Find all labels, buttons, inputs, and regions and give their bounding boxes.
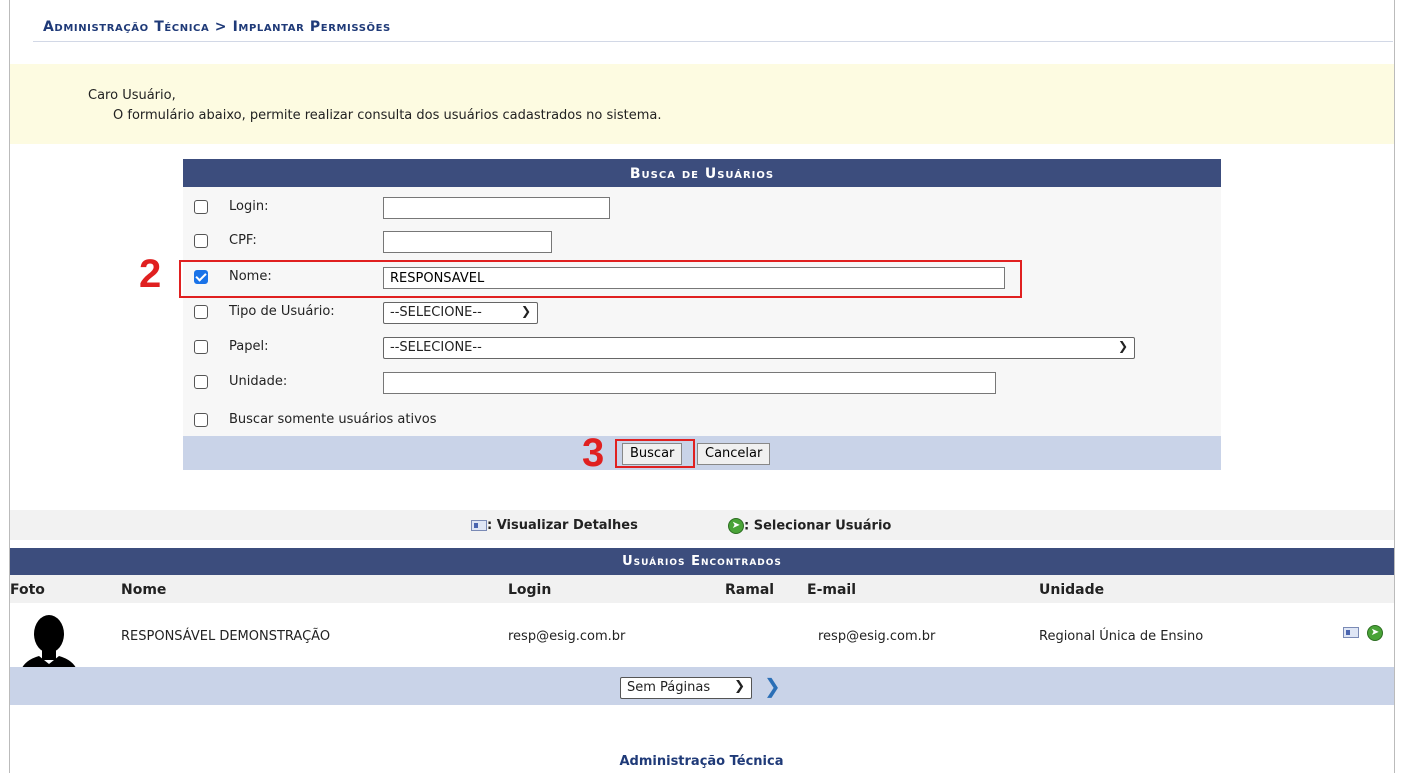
chevron-down-icon: ❯ — [734, 679, 745, 694]
tipo-usuario-value: --SELECIONE-- — [390, 305, 482, 320]
papel-value: --SELECIONE-- — [390, 340, 482, 355]
footer-admin-link[interactable]: Administração Técnica — [0, 754, 1403, 769]
papel-row: Papel: --SELECIONE-- ❯ — [183, 337, 1221, 363]
legend-details: : Visualizar Detalhes — [471, 518, 638, 533]
annotation-step-2: 2 — [139, 252, 162, 296]
tipo-usuario-label: Tipo de Usuário: — [229, 304, 335, 319]
chevron-down-icon: ❯ — [1117, 339, 1128, 353]
cpf-checkbox[interactable] — [194, 234, 208, 248]
arrow-right-circle-icon: ➤ — [728, 518, 744, 534]
page-select-value: Sem Páginas — [627, 680, 711, 695]
ativos-checkbox[interactable] — [194, 413, 208, 427]
login-checkbox[interactable] — [194, 200, 208, 214]
annotation-box-buscar — [615, 439, 695, 468]
legend-select-label: : Selecionar Usuário — [744, 518, 892, 534]
breadcrumb-divider — [33, 41, 1393, 42]
cpf-input[interactable] — [383, 231, 552, 253]
results-table: Usuários Encontrados Foto Nome Login Ram… — [10, 548, 1394, 705]
annotation-step-3: 3 — [582, 431, 605, 475]
unidade-row: Unidade: — [183, 372, 1221, 398]
column-header: Login — [508, 582, 552, 598]
unidade-input[interactable] — [383, 372, 996, 394]
unidade-label: Unidade: — [229, 374, 288, 389]
search-form: Busca de Usuários Login: CPF: Nome: Tipo… — [183, 159, 1221, 470]
search-form-title: Busca de Usuários — [183, 159, 1221, 187]
column-header: E-mail — [807, 582, 857, 598]
legend-details-label: : Visualizar Detalhes — [487, 518, 638, 533]
notice-text: O formulário abaixo, permite realizar co… — [113, 108, 662, 123]
cpf-label: CPF: — [229, 233, 257, 248]
row-email: resp@esig.com.br — [818, 629, 936, 644]
view-details-icon[interactable] — [1343, 627, 1359, 638]
row-nome: RESPONSÁVEL DEMONSTRAÇÃO — [121, 629, 331, 644]
cpf-row: CPF: — [183, 231, 1221, 257]
login-input[interactable] — [383, 197, 610, 219]
ativos-row: Buscar somente usuários ativos — [183, 410, 1221, 436]
papel-select[interactable]: --SELECIONE-- ❯ — [383, 337, 1135, 359]
table-row: RESPONSÁVEL DEMONSTRAÇÃO resp@esig.com.b… — [10, 603, 1394, 690]
results-header-row: Foto Nome Login Ramal E-mail Unidade — [10, 575, 1394, 603]
cancelar-button[interactable]: Cancelar — [697, 443, 771, 465]
icon-legend: : Visualizar Detalhes ➤: Selecionar Usuá… — [10, 510, 1394, 540]
login-label: Login: — [229, 199, 269, 214]
results-title: Usuários Encontrados — [10, 548, 1394, 575]
legend-select: ➤: Selecionar Usuário — [728, 518, 891, 534]
papel-checkbox[interactable] — [194, 340, 208, 354]
pagination-bar: Sem Páginas ❯ ❯ — [10, 667, 1394, 705]
form-footer: Buscar Cancelar — [183, 436, 1221, 470]
page-select[interactable]: Sem Páginas ❯ — [620, 677, 752, 699]
ativos-label: Buscar somente usuários ativos — [229, 412, 437, 427]
login-row: Login: — [183, 197, 1221, 223]
column-header: Ramal — [725, 582, 775, 598]
column-header: Foto — [10, 582, 45, 598]
papel-label: Papel: — [229, 339, 269, 354]
column-header: Nome — [121, 582, 167, 598]
notice-greeting: Caro Usuário, — [88, 88, 176, 103]
row-unidade: Regional Única de Ensino — [1039, 629, 1204, 644]
column-header: Unidade — [1039, 582, 1105, 598]
tipo-usuario-checkbox[interactable] — [194, 305, 208, 319]
tipo-usuario-row: Tipo de Usuário: --SELECIONE-- ❯ — [183, 302, 1221, 328]
select-user-icon[interactable]: ➤ — [1367, 625, 1383, 641]
next-page-icon[interactable]: ❯ — [764, 674, 781, 698]
chevron-down-icon: ❯ — [520, 304, 531, 318]
details-icon — [471, 520, 487, 531]
tipo-usuario-select[interactable]: --SELECIONE-- ❯ — [383, 302, 538, 324]
notice-box: Caro Usuário, O formulário abaixo, permi… — [10, 64, 1394, 144]
unidade-checkbox[interactable] — [194, 375, 208, 389]
row-login: resp@esig.com.br — [508, 629, 626, 644]
breadcrumb: Administração Técnica > Implantar Permis… — [43, 19, 391, 35]
annotation-box-nome — [179, 260, 1022, 298]
